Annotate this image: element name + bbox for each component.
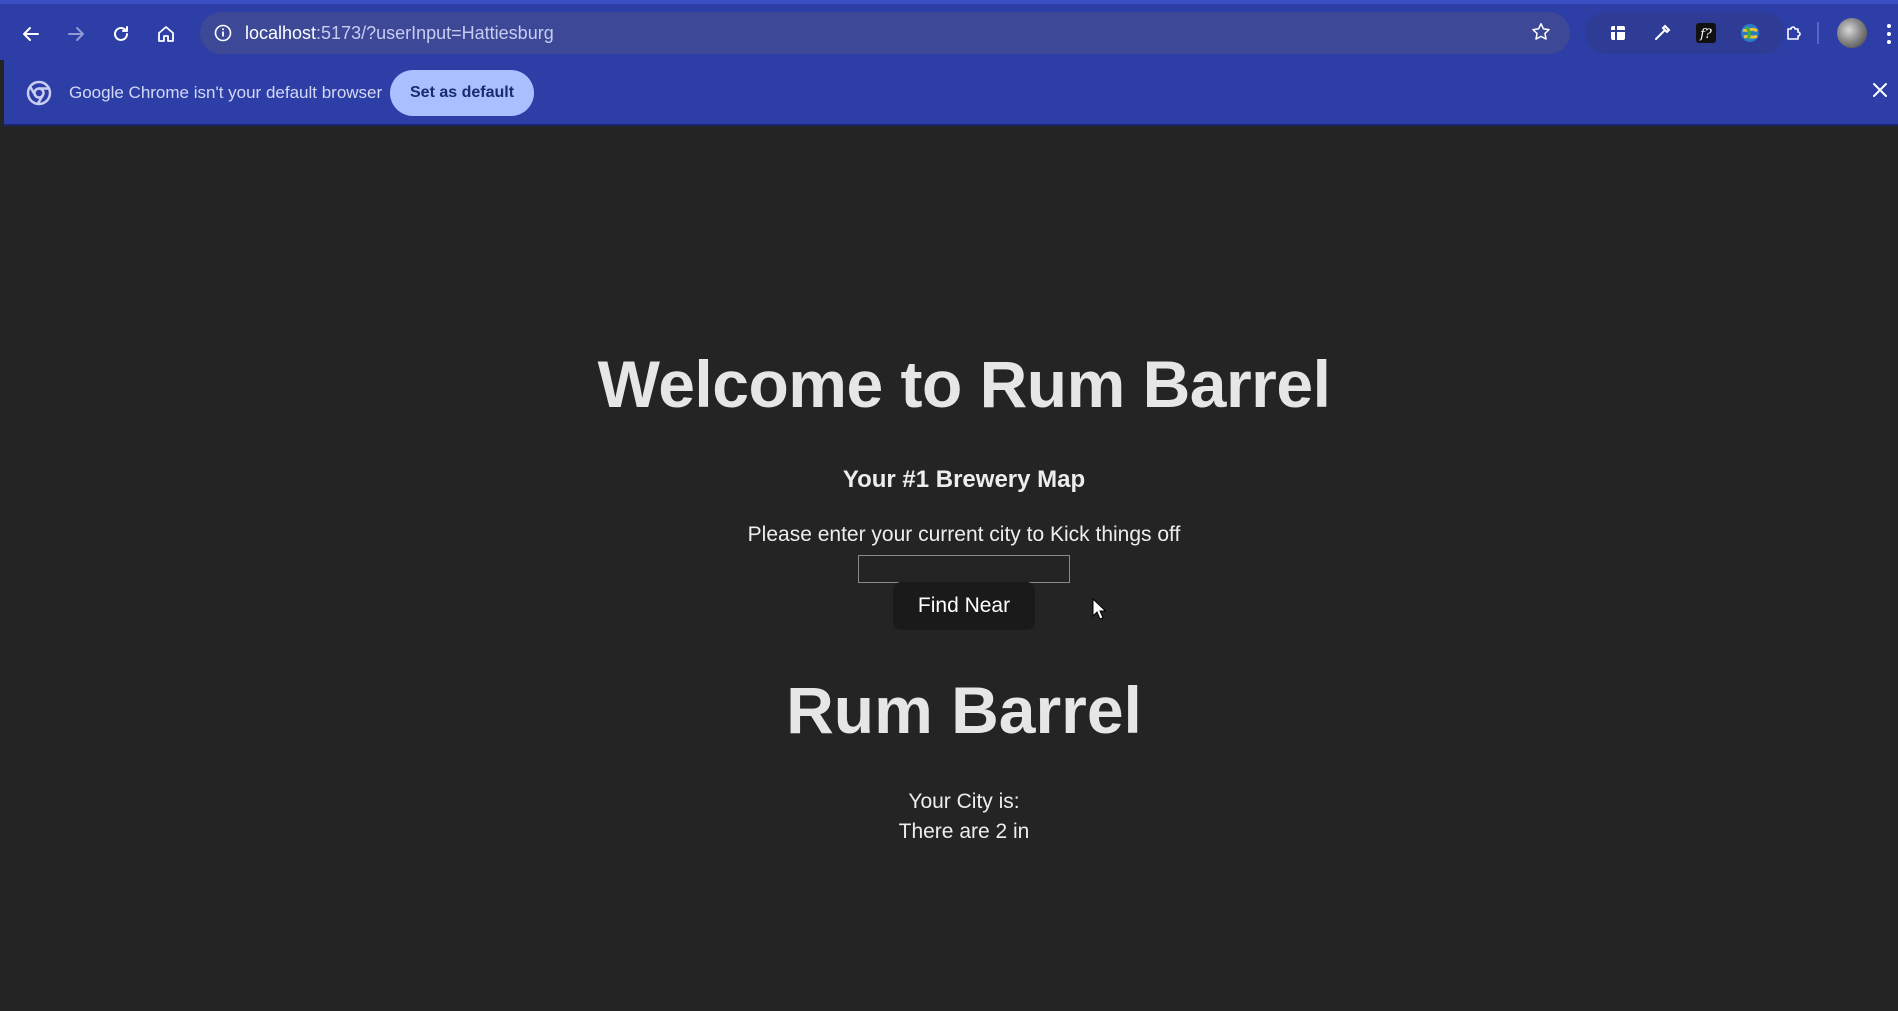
forward-arrow-icon [68, 27, 84, 41]
city-prompt: Please enter your current city to Kick t… [747, 523, 1181, 546]
browser-menu-button[interactable] [1884, 20, 1894, 48]
url-text[interactable]: localhost:5173/?userInput=Hattiesburg [245, 23, 554, 44]
infobar-message: Google Chrome isn't your default browser [69, 83, 383, 102]
browser-toolbar: localhost:5173/?userInput=Hattiesburg f? [0, 0, 1898, 60]
reload-icon [114, 26, 128, 41]
home-button[interactable] [149, 17, 183, 51]
city-input[interactable] [858, 555, 1070, 583]
eyedropper-extension-button[interactable] [1649, 20, 1675, 46]
page-content: Welcome to Rum Barrel Your #1 Brewery Ma… [4, 126, 1898, 1011]
eyedropper-extension-icon [1655, 24, 1671, 40]
url-host: localhost [245, 23, 317, 43]
svg-text:f?: f? [1699, 27, 1713, 42]
city-label: Your City is: [908, 790, 1020, 813]
find-near-button[interactable]: Find Near [893, 582, 1035, 630]
back-button[interactable] [14, 17, 48, 51]
toolbar-separator [1817, 22, 1819, 44]
puzzle-extensions-icon [1787, 26, 1801, 40]
extensions-menu-button[interactable] [1781, 20, 1807, 46]
back-arrow-icon [23, 27, 39, 41]
profile-avatar[interactable] [1837, 18, 1867, 48]
close-icon [1873, 83, 1887, 97]
bookmark-button[interactable] [1530, 21, 1554, 45]
globe-extension-button[interactable] [1737, 20, 1763, 46]
extensions-group: f? [1585, 12, 1801, 54]
formula-extension-button[interactable]: f? [1693, 20, 1719, 46]
info-icon [214, 24, 232, 42]
toolbox-extension-button[interactable] [1605, 20, 1631, 46]
brand-title: Rum Barrel [786, 673, 1142, 747]
mouse-cursor-icon [1092, 598, 1106, 620]
site-info-button[interactable] [210, 20, 236, 46]
brewery-count-text: There are 2 in [898, 820, 1030, 843]
star-icon [1532, 23, 1550, 40]
globe-extension-icon [1741, 24, 1759, 42]
forward-button[interactable] [59, 17, 93, 51]
chrome-logo-icon [26, 80, 52, 106]
set-as-default-button[interactable]: Set as default [390, 70, 535, 116]
toolbox-extension-icon [1611, 26, 1625, 40]
url-path: :5173/?userInput=Hattiesburg [316, 23, 554, 43]
default-browser-infobar: Google Chrome isn't your default browser… [4, 60, 1898, 126]
subtitle: Your #1 Brewery Map [842, 466, 1086, 493]
infobar-close-button[interactable] [1870, 80, 1894, 104]
kebab-menu-icon [1887, 24, 1891, 44]
reload-button[interactable] [104, 17, 138, 51]
address-bar[interactable]: localhost:5173/?userInput=Hattiesburg [200, 12, 1570, 54]
home-icon [158, 26, 174, 42]
formula-extension-icon: f? [1696, 23, 1716, 43]
welcome-title: Welcome to Rum Barrel [597, 347, 1331, 421]
